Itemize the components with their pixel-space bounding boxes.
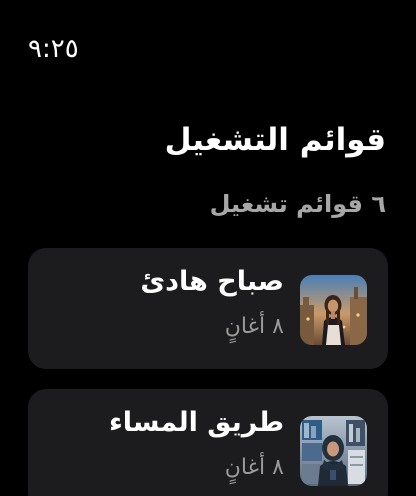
- playlist-thumbnail: [300, 416, 367, 486]
- playlist-count: ٦ قوائم تشغيل: [209, 190, 386, 218]
- playlist-card-1[interactable]: صباح هادئ ٨ أغانٍ: [28, 248, 388, 369]
- playlist-thumbnail: [300, 275, 367, 345]
- status-time: ٩:٢٥: [28, 34, 79, 64]
- playlist-song-count: ٨ أغانٍ: [224, 314, 284, 339]
- playlist-song-count: ٨ أغانٍ: [224, 455, 284, 480]
- playlist-card-2[interactable]: طريق المساء ٨ أغانٍ: [28, 389, 388, 496]
- playlist-title: طريق المساء: [108, 407, 284, 438]
- playlists-screen: ٩:٢٥ قوائم التشغيل ٦ قوائم تشغيل صباح ها…: [0, 0, 416, 496]
- page-title: قوائم التشغيل: [164, 122, 386, 158]
- playlist-title: صباح هادئ: [140, 266, 284, 297]
